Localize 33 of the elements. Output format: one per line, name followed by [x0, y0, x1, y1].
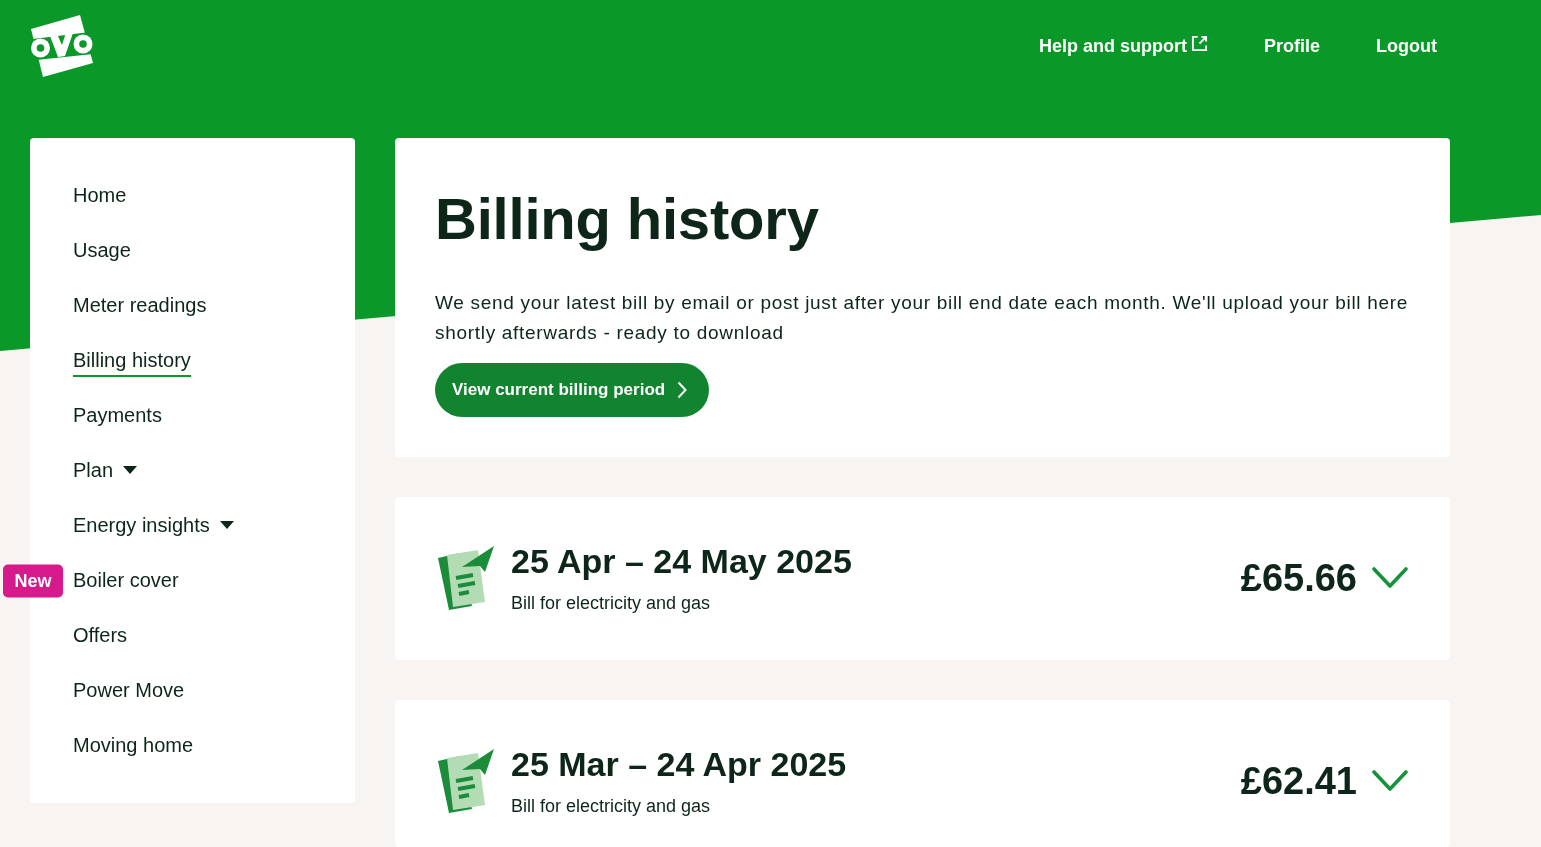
sidebar-link[interactable]: Billing history — [73, 344, 191, 377]
header-link[interactable]: Profile — [1264, 34, 1320, 58]
bill-amount: £65.66 — [1240, 556, 1357, 600]
page-title: Billing history — [435, 185, 820, 253]
bill-document-icon — [438, 546, 494, 610]
new-badge: New — [3, 564, 63, 597]
external-link-icon — [1191, 34, 1208, 52]
sidebar-link[interactable]: Payments — [73, 399, 162, 432]
caret-icon — [123, 466, 138, 474]
bill-period: 25 Apr – 24 May 2025 — [511, 541, 853, 581]
header-link[interactable]: Logout — [1376, 34, 1437, 58]
sidebar-link[interactable]: Plan — [73, 454, 138, 487]
sidebar-link[interactable]: Home — [73, 179, 127, 212]
sidebar-link[interactable]: Moving home — [73, 729, 194, 762]
chevron-down-icon[interactable] — [1372, 770, 1408, 792]
intro-text: We send your latest bill by email or post just after your bill end date each month. We'll upload your bill here shortly afterwards - ready to download — [435, 291, 1410, 345]
sidebar-link[interactable]: Boiler cover — [73, 564, 179, 597]
bill-period: 25 Mar – 24 Apr 2025 — [511, 744, 848, 784]
view-period-button[interactable]: View current billing period — [435, 363, 710, 417]
caret-icon — [219, 521, 234, 529]
sidebar-link[interactable]: Power Move — [73, 674, 185, 707]
logo-icon[interactable] — [30, 14, 94, 78]
chevron-down-icon[interactable] — [1372, 567, 1408, 589]
header-link[interactable]: Help and support — [1039, 34, 1208, 58]
sidebar-link[interactable]: Usage — [73, 234, 131, 267]
bill-document-icon — [438, 749, 494, 813]
bill-description: Bill for electricity and gas — [511, 795, 712, 818]
bill-amount: £62.41 — [1240, 759, 1357, 803]
sidebar-link[interactable]: Meter readings — [73, 289, 207, 322]
sidebar-link[interactable]: Offers — [73, 619, 128, 652]
sidebar-link[interactable]: Energy insights — [73, 509, 234, 542]
chevron-right-icon — [677, 381, 688, 399]
bill-description: Bill for electricity and gas — [511, 592, 712, 615]
